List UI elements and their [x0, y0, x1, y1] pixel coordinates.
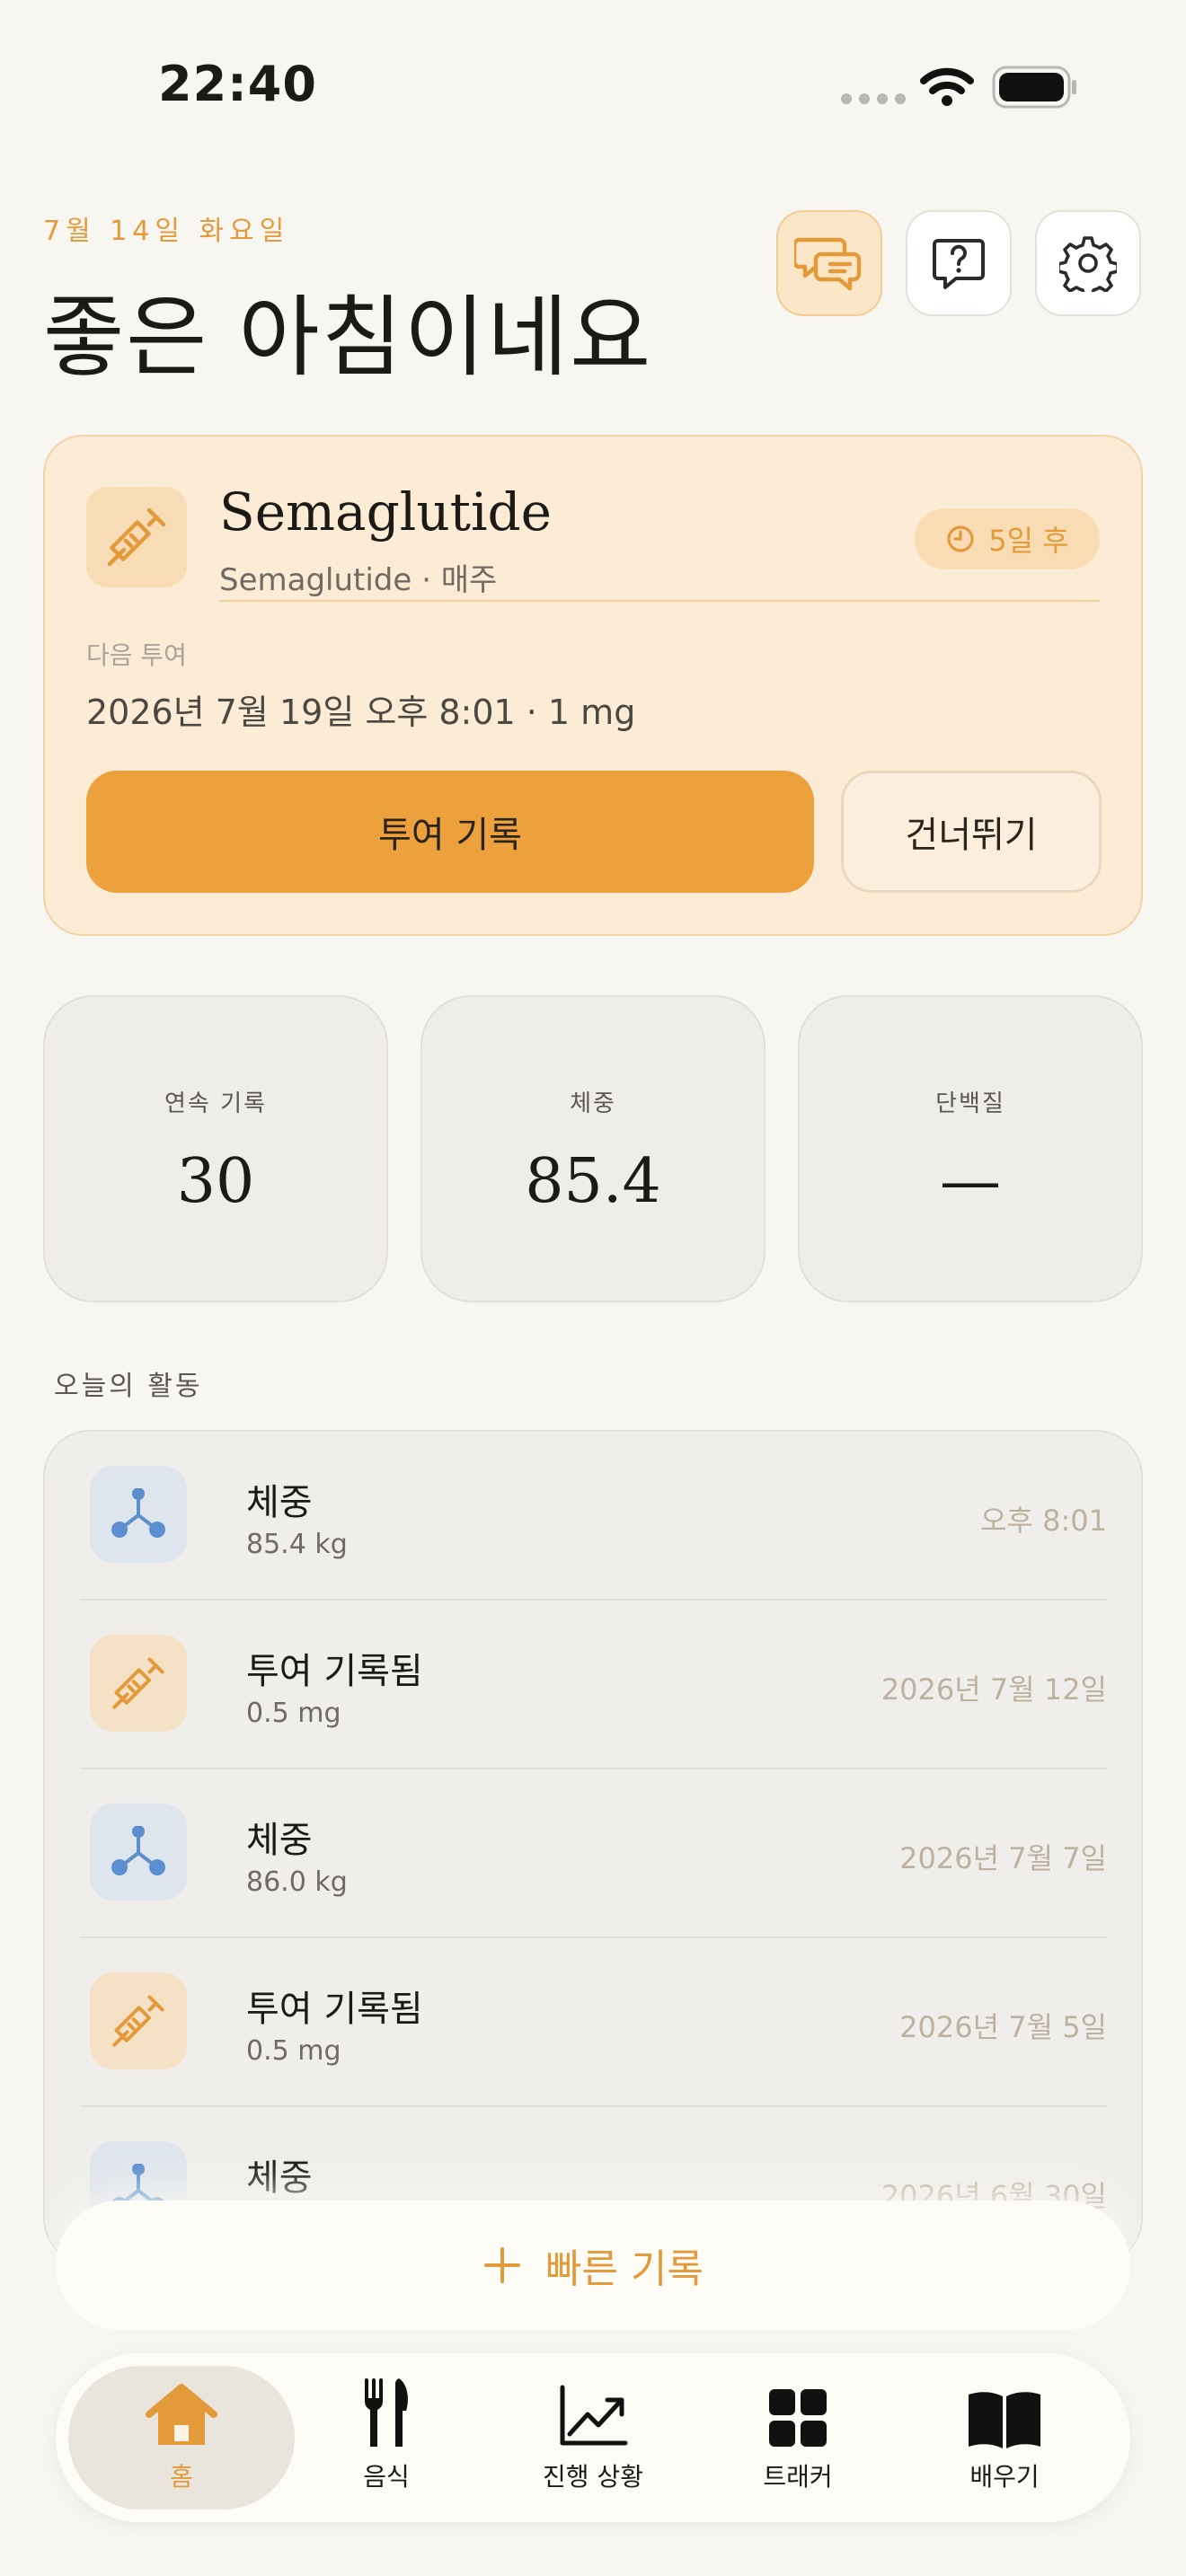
- countdown-text: 5일 후: [988, 524, 1069, 558]
- activity-title: 체중: [246, 2157, 313, 2199]
- quick-log-button[interactable]: 빠른 기록: [56, 2201, 1130, 2330]
- cellular-signal-icon: [841, 93, 906, 104]
- activity-value: 86.0 kg: [246, 1866, 348, 1898]
- plus-icon: [484, 2247, 521, 2283]
- tab-label: 홈: [170, 2462, 193, 2492]
- activity-date: 2026년 7월 12일: [881, 1672, 1107, 1707]
- stat-card-weight[interactable]: 체중 85.4: [420, 995, 766, 1302]
- stat-value: —: [940, 1146, 1001, 1217]
- settings-button[interactable]: [1035, 210, 1141, 316]
- syringe-icon: [107, 507, 166, 567]
- date-label: 7월 14일 화요일: [43, 216, 290, 247]
- stat-label: 체중: [570, 1090, 616, 1117]
- next-dose-label: 다음 투여: [86, 640, 187, 670]
- activity-value: 0.5 mg: [246, 1698, 341, 1729]
- log-dose-button[interactable]: 투여 기록: [86, 771, 814, 893]
- activity-title: 체중: [246, 1820, 313, 1861]
- home-icon: [146, 2384, 217, 2445]
- molecule-icon: [111, 1826, 165, 1875]
- divider: [219, 600, 1100, 602]
- dose-icon-tile: [90, 1972, 187, 2069]
- question-icon: [933, 239, 985, 289]
- weight-icon-tile: [90, 1466, 187, 1563]
- syringe-icon: [112, 1995, 164, 2047]
- stat-value: 85.4: [525, 1146, 661, 1217]
- weight-icon-tile: [90, 1804, 187, 1901]
- clock-icon: [947, 525, 974, 552]
- tab-tracker[interactable]: 트래커: [699, 2373, 897, 2508]
- activity-row-weight[interactable]: 체중 85.4 kg 오후 8:01: [81, 1432, 1107, 1601]
- activity-row-dose[interactable]: 투여 기록됨 0.5 mg 2026년 7월 12일: [81, 1601, 1107, 1769]
- activity-title: 체중: [246, 1482, 313, 1523]
- wifi-icon: [920, 67, 974, 106]
- stat-value: 30: [176, 1146, 255, 1217]
- activity-value: 0.5 mg: [246, 2035, 341, 2067]
- medication-name: Semaglutide: [219, 481, 552, 543]
- grid-icon: [769, 2389, 827, 2447]
- tab-progress[interactable]: 진행 상황: [494, 2373, 692, 2508]
- help-button[interactable]: [906, 210, 1012, 316]
- activity-date: 2026년 7월 7일: [899, 1841, 1107, 1875]
- stat-card-protein[interactable]: 단백질 —: [798, 995, 1143, 1302]
- countdown-badge: 5일 후: [915, 508, 1100, 569]
- activity-row-weight[interactable]: 체중 86.0 kg 2026년 7월 7일: [81, 1769, 1107, 1938]
- medication-icon-tile: [86, 487, 187, 587]
- dose-icon-tile: [90, 1635, 187, 1732]
- syringe-icon: [112, 1657, 164, 1709]
- molecule-icon: [111, 1488, 165, 1538]
- chat-button[interactable]: [776, 210, 882, 316]
- activity-title: 투여 기록됨: [246, 1651, 423, 1692]
- next-dose-value: 2026년 7월 19일 오후 8:01 · 1 mg: [86, 693, 636, 732]
- tab-label: 음식: [363, 2462, 410, 2492]
- tab-home[interactable]: 홈: [83, 2373, 280, 2508]
- tab-label: 트래커: [763, 2462, 833, 2492]
- activity-title: 투여 기록됨: [246, 1989, 423, 2030]
- tab-food[interactable]: 음식: [288, 2373, 485, 2508]
- status-time: 22:40: [158, 56, 317, 112]
- activity-date: 오후 8:01: [980, 1504, 1107, 1538]
- quick-log-label: 빠른 기록: [545, 2246, 704, 2292]
- tab-label: 진행 상황: [543, 2462, 643, 2492]
- tab-learn[interactable]: 배우기: [906, 2373, 1103, 2508]
- activity-list: 체중 85.4 kg 오후 8:01 투여 기록됨 0.5 mg 2026년 7…: [43, 1430, 1143, 2265]
- activity-date: 2026년 7월 5일: [899, 2010, 1107, 2044]
- tab-label: 배우기: [969, 2462, 1040, 2492]
- gear-icon: [1059, 236, 1117, 292]
- stat-card-streak[interactable]: 연속 기록 30: [43, 995, 388, 1302]
- battery-icon: [992, 66, 1076, 109]
- trend-chart-icon: [560, 2385, 628, 2446]
- page-title: 좋은 아침이네요: [43, 287, 653, 389]
- chat-bubbles-icon: [794, 237, 862, 291]
- section-title: 오늘의 활동: [54, 1371, 203, 1402]
- fork-knife-icon: [365, 2378, 408, 2447]
- skip-button[interactable]: 건너뛰기: [841, 771, 1102, 893]
- stat-label: 단백질: [935, 1090, 1005, 1117]
- activity-row-dose[interactable]: 투여 기록됨 0.5 mg 2026년 7월 5일: [81, 1938, 1107, 2107]
- medication-subtitle: Semaglutide · 매주: [219, 562, 498, 598]
- stat-label: 연속 기록: [164, 1090, 267, 1117]
- activity-value: 85.4 kg: [246, 1529, 348, 1560]
- book-icon: [969, 2392, 1040, 2448]
